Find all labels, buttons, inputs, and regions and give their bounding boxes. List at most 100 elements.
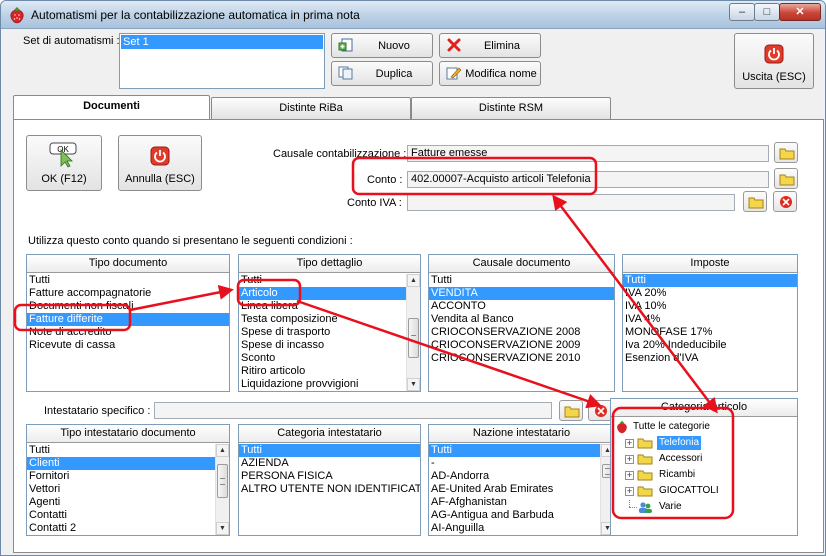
conto-iva-browse-button[interactable] <box>743 191 767 212</box>
list-item[interactable]: Tutti <box>239 444 420 457</box>
list-item[interactable]: ACCONTO <box>429 300 614 313</box>
uscita-button[interactable]: Uscita (ESC) <box>734 33 814 89</box>
list-item[interactable]: AE-United Arab Emirates <box>429 483 600 496</box>
nazione-intestatario-list[interactable]: Nazione intestatario Tutti - AD-Andorra AE-… <box>428 424 615 536</box>
modifica-nome-button[interactable]: Modifica nome <box>439 61 541 86</box>
list-item[interactable]: Clienti <box>27 457 215 470</box>
tree-node-telefonia[interactable]: + Telefonia <box>625 436 795 450</box>
title-bar[interactable]: Automatismi per la contabilizzazione aut… <box>1 1 825 29</box>
scroll-thumb[interactable] <box>408 318 419 358</box>
list-item[interactable]: Articolo <box>239 287 406 300</box>
annulla-button[interactable]: Annulla (ESC) <box>118 135 202 191</box>
list-item[interactable]: Note di accredito <box>27 326 229 339</box>
tab-distinte-rsm[interactable]: Distinte RSM <box>411 97 611 119</box>
list-item[interactable]: Vendita al Banco <box>429 313 614 326</box>
duplica-button[interactable]: Duplica <box>331 61 433 86</box>
set-item[interactable]: Set 1 <box>121 35 323 49</box>
list-item[interactable]: AZIENDA <box>239 457 420 470</box>
list-item[interactable]: Vettori <box>27 483 215 496</box>
tipo-dettaglio-list[interactable]: Tipo dettaglio Tutti Articolo Linea libera… <box>238 254 421 392</box>
list-item[interactable]: Testa composizione <box>239 313 406 326</box>
scroll-up-arrow-icon[interactable]: ▲ <box>407 274 420 287</box>
list-item[interactable]: CRIOCONSERVAZIONE 2010 <box>429 352 614 365</box>
list-item[interactable]: VENDITA <box>429 287 614 300</box>
list-item[interactable]: CRIOCONSERVAZIONE 2008 <box>429 326 614 339</box>
scroll-thumb[interactable] <box>217 464 228 498</box>
list-item[interactable]: Fornitori <box>27 470 215 483</box>
list-item[interactable]: IVA 4% <box>623 313 797 326</box>
list-item[interactable]: MONOFASE 17% <box>623 326 797 339</box>
tipo-documento-list[interactable]: Tipo documento Tutti Fatture accompagnato… <box>26 254 230 392</box>
expand-plus-icon[interactable]: + <box>625 439 634 448</box>
list-item[interactable]: Agenti <box>27 496 215 509</box>
list-item[interactable]: AF-Afghanistan <box>429 496 600 509</box>
imposte-list[interactable]: Imposte Tutti IVA 20% IVA 10% IVA 4% MONOFAS… <box>622 254 798 392</box>
list-item[interactable]: Tutti <box>623 274 797 287</box>
list-item[interactable]: IVA 10% <box>623 300 797 313</box>
list-item[interactable]: - <box>429 457 600 470</box>
expand-plus-icon[interactable]: + <box>625 455 634 464</box>
tree-node-ricambi[interactable]: + Ricambi <box>625 468 795 482</box>
tree-node-varie[interactable]: Varie <box>625 500 795 514</box>
list-item[interactable]: Linea libera <box>239 300 406 313</box>
list-item[interactable]: Tutti <box>429 274 614 287</box>
list-item[interactable]: PERSONA FISICA <box>239 470 420 483</box>
tab-documenti[interactable]: Documenti <box>13 95 210 119</box>
maximize-button[interactable]: □ <box>754 3 780 21</box>
elimina-button[interactable]: Elimina <box>439 33 541 58</box>
causale-browse-button[interactable] <box>774 142 798 163</box>
list-item[interactable]: AI-Anguilla <box>429 522 600 535</box>
list-item[interactable]: Tutti <box>429 444 600 457</box>
set-list[interactable]: Set 1 <box>119 33 325 89</box>
vertical-scrollbar[interactable]: ▲ ▼ <box>215 444 229 535</box>
conto-browse-button[interactable] <box>774 168 798 189</box>
list-item[interactable]: Spese di incasso <box>239 339 406 352</box>
tipo-intestatario-list[interactable]: Tipo intestatario documento Tutti Clienti… <box>26 424 230 536</box>
expand-plus-icon[interactable]: + <box>625 487 634 496</box>
conto-field[interactable]: 402.00007-Acquisto articoli Telefonia <box>407 171 769 188</box>
list-item[interactable]: Liquidazione provvigioni <box>239 378 406 391</box>
categoria-intestatario-list[interactable]: Categoria intestatario Tutti AZIENDA PERSO… <box>238 424 421 536</box>
list-item[interactable]: Fatture differite <box>27 313 229 326</box>
close-button[interactable]: ✕ <box>779 3 821 21</box>
list-item[interactable]: IVA 20% <box>623 287 797 300</box>
list-item[interactable]: Tutti <box>27 444 215 457</box>
intestatario-field[interactable] <box>154 402 552 419</box>
list-item[interactable]: Spese di trasporto <box>239 326 406 339</box>
conto-iva-clear-button[interactable] <box>773 191 797 212</box>
categoria-articolo-tree[interactable]: Categoria articolo Tutte le categorie + … <box>610 398 798 536</box>
list-item[interactable]: Iva 20% Indeducibile <box>623 339 797 352</box>
conto-iva-field[interactable] <box>407 194 735 211</box>
list-item[interactable]: AG-Antigua and Barbuda <box>429 509 600 522</box>
list-item[interactable]: Sconto <box>239 352 406 365</box>
conto-iva-label: Conto IVA : <box>347 197 402 209</box>
causale-documento-list[interactable]: Causale documento Tutti VENDITA ACCONTO Ven… <box>428 254 615 392</box>
list-item[interactable]: Contatti <box>27 509 215 522</box>
list-item[interactable]: Ritiro articolo <box>239 365 406 378</box>
list-item[interactable]: Tutti <box>239 274 406 287</box>
list-item[interactable]: ALTRO UTENTE NON IDENTIFICAT <box>239 483 420 496</box>
list-item[interactable]: Documenti non fiscali <box>27 300 229 313</box>
nuovo-button[interactable]: Nuovo <box>331 33 433 58</box>
list-item[interactable]: Contatti 2 <box>27 522 215 535</box>
list-header: Imposte <box>623 255 797 273</box>
tab-distinte-riba[interactable]: Distinte RiBa <box>211 97 411 119</box>
list-item[interactable]: CRIOCONSERVAZIONE 2009 <box>429 339 614 352</box>
expand-plus-icon[interactable]: + <box>625 471 634 480</box>
vertical-scrollbar[interactable]: ▲ ▼ <box>406 274 420 391</box>
list-item[interactable]: Tutti <box>27 274 229 287</box>
intestatario-browse-button[interactable] <box>559 400 583 421</box>
scroll-down-arrow-icon[interactable]: ▼ <box>216 522 229 535</box>
list-item[interactable]: Esenzion d'IVA <box>623 352 797 365</box>
ok-button[interactable]: OK OK (F12) <box>26 135 102 191</box>
list-item[interactable]: AD-Andorra <box>429 470 600 483</box>
tree-node-giocattoli[interactable]: + GIOCATTOLI <box>625 484 795 498</box>
minimize-button[interactable]: – <box>729 3 755 21</box>
list-item[interactable]: Ricevute di cassa <box>27 339 229 352</box>
scroll-down-arrow-icon[interactable]: ▼ <box>407 378 420 391</box>
list-item[interactable]: Fatture accompagnatorie <box>27 287 229 300</box>
causale-field[interactable]: Fatture emesse <box>407 145 769 162</box>
tree-node-accessori[interactable]: + Accessori <box>625 452 795 466</box>
intestatario-clear-button[interactable] <box>588 400 612 421</box>
scroll-up-arrow-icon[interactable]: ▲ <box>216 444 229 457</box>
